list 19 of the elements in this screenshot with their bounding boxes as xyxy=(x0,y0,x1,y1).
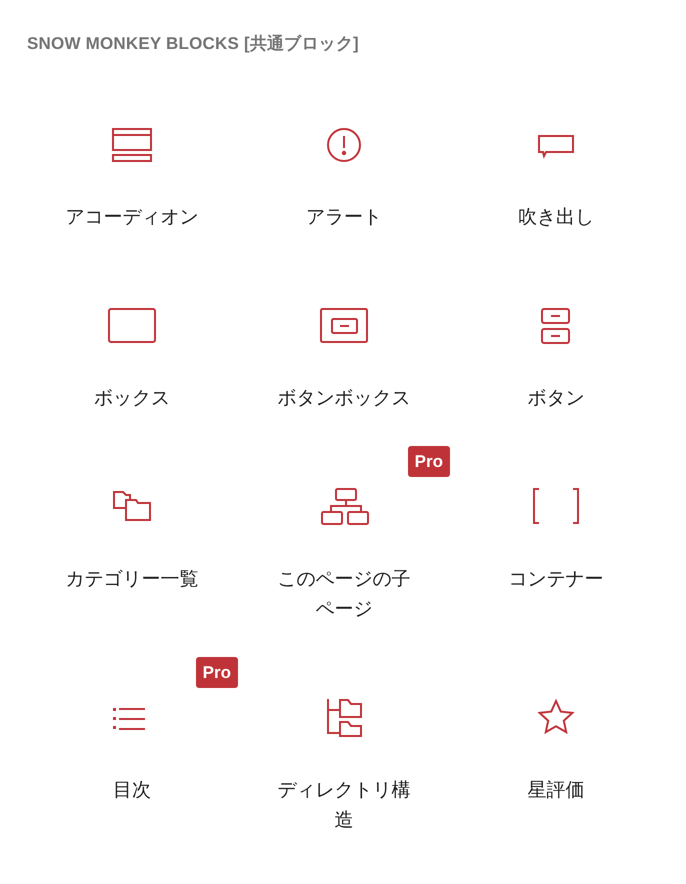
block-label[interactable]: 目次 xyxy=(113,776,151,806)
block-label[interactable]: コンテナー xyxy=(508,565,604,595)
block-label[interactable]: ボックス xyxy=(94,384,170,414)
block-label[interactable]: ボタン xyxy=(528,384,584,414)
block-label[interactable]: このページの子ページ xyxy=(269,565,419,625)
block-label[interactable]: ボタンボックス xyxy=(278,384,410,414)
block-label[interactable]: アコーディオン xyxy=(66,203,198,233)
block-label[interactable]: 吹き出し xyxy=(518,203,594,233)
sitemap-icon xyxy=(320,487,368,527)
section-title: SNOW MONKEY BLOCKS [共通ブロック] xyxy=(27,33,359,55)
block-label[interactable]: カテゴリー一覧 xyxy=(66,565,198,595)
pro-badge: Pro xyxy=(196,657,238,688)
block-label[interactable]: アラート xyxy=(306,203,382,233)
pro-badge: Pro xyxy=(408,446,450,477)
button-box-icon xyxy=(320,306,368,346)
block-label[interactable]: ディレクトリ構造 xyxy=(269,776,419,836)
box-icon xyxy=(108,306,156,346)
block-label[interactable]: 星評価 xyxy=(528,776,584,806)
brackets-icon xyxy=(532,487,580,527)
